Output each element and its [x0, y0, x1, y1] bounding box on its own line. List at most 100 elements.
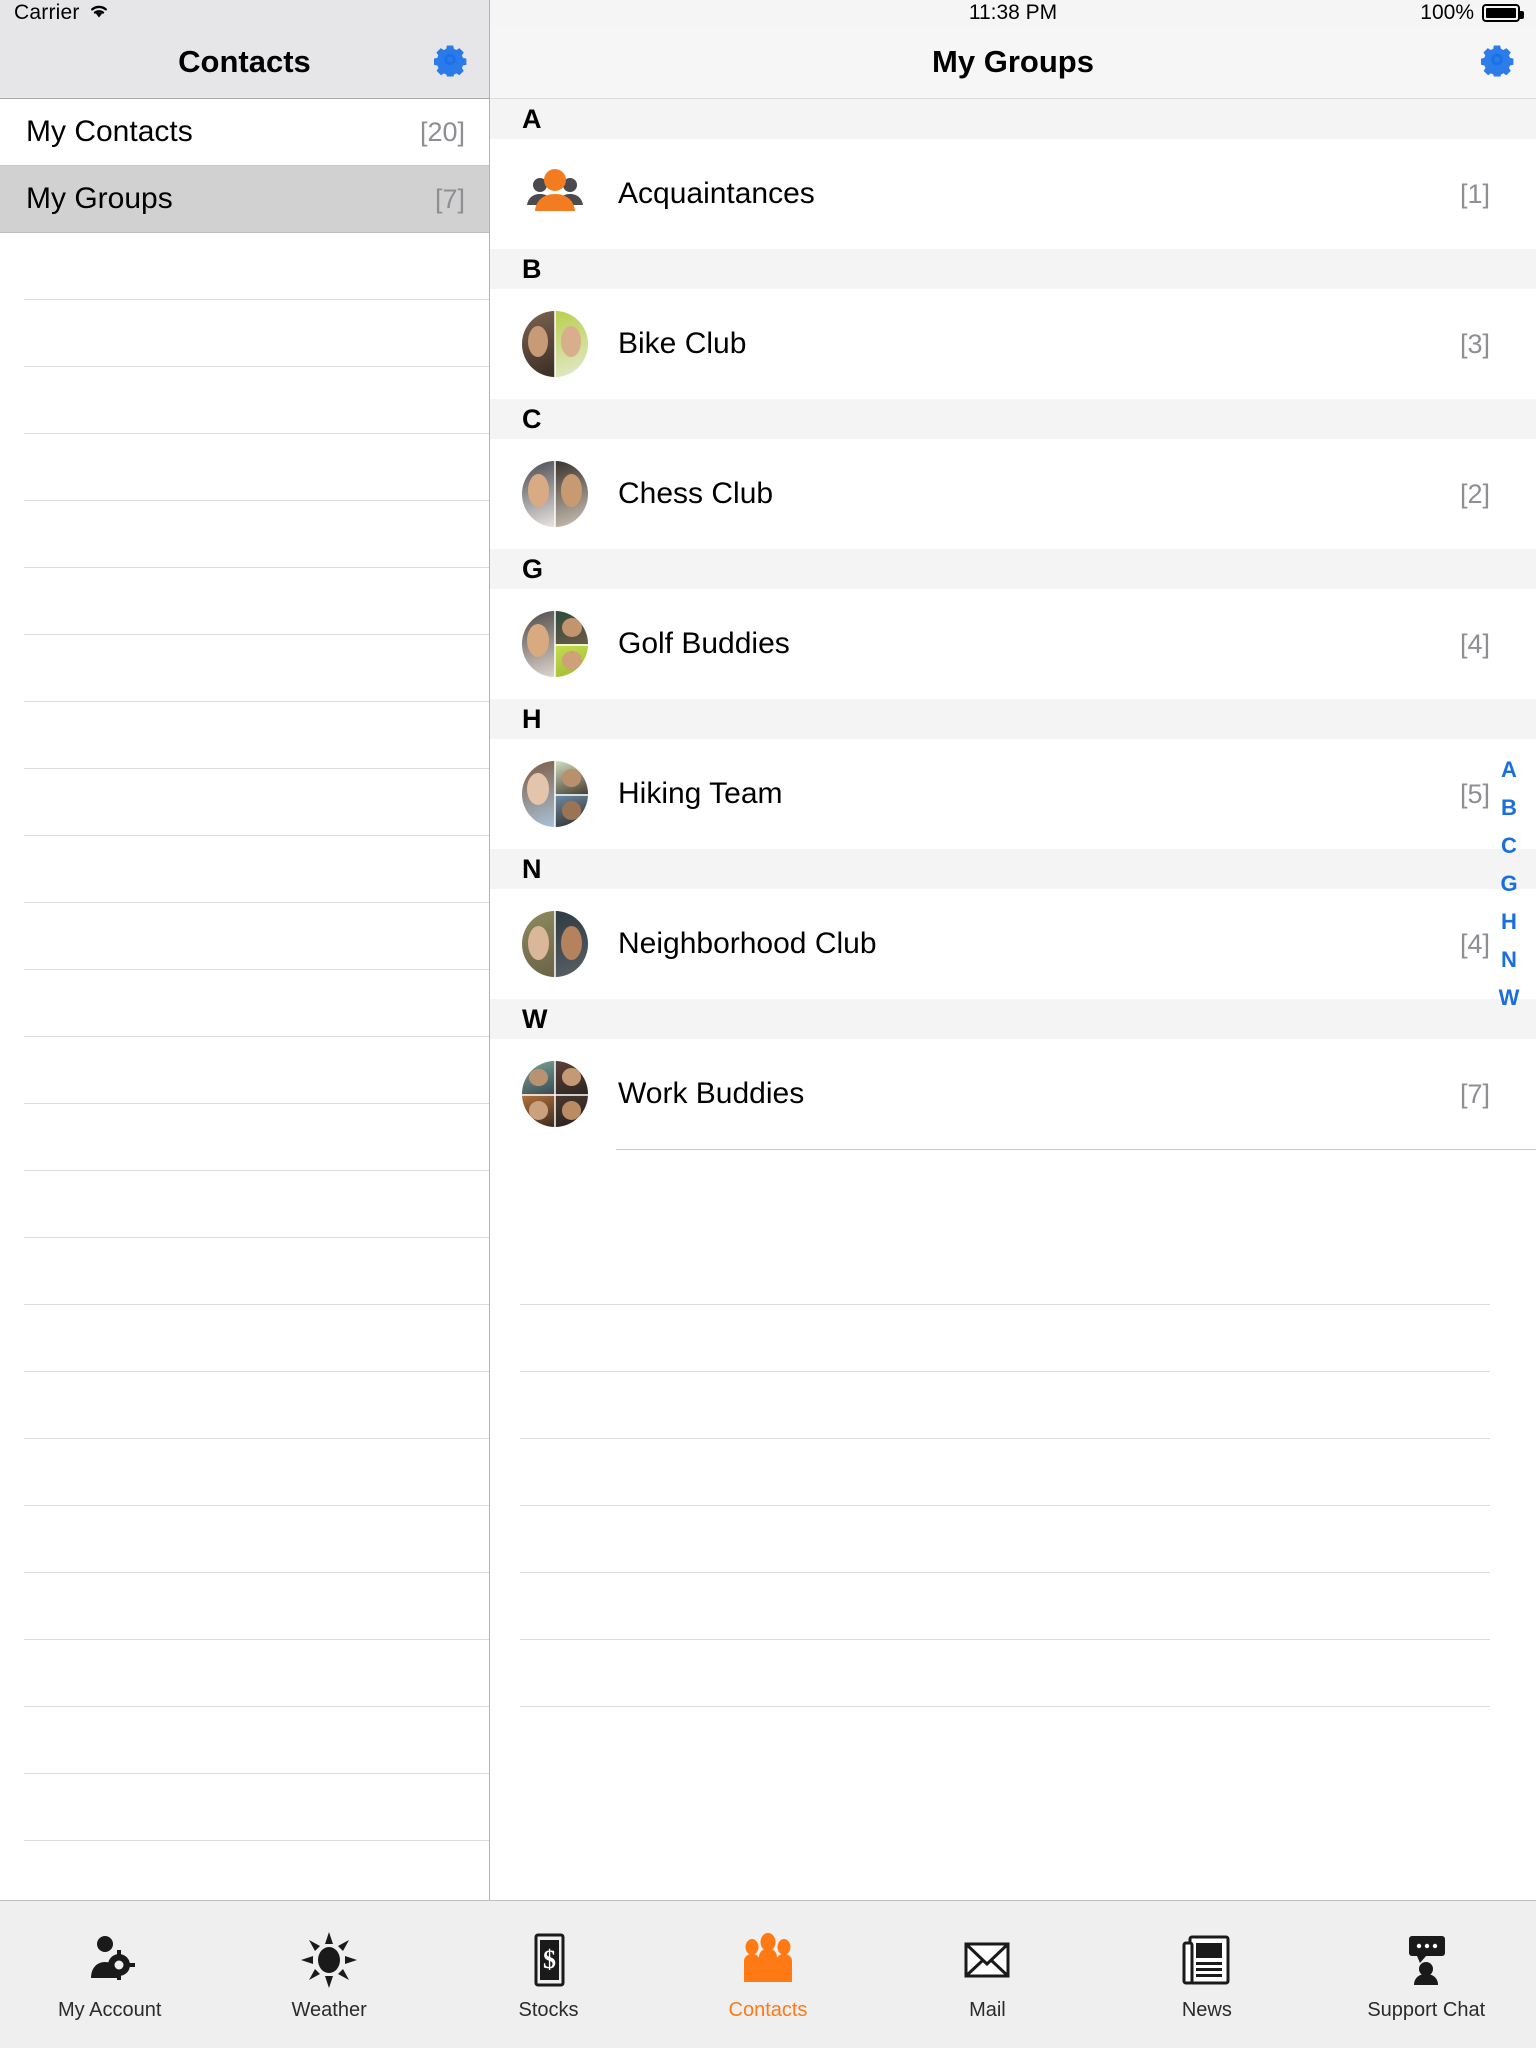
- index-letter-g[interactable]: G: [1500, 873, 1517, 895]
- empty-row: [24, 1774, 489, 1841]
- section-header-b: B: [490, 249, 1536, 289]
- clock-label: 11:38 PM: [968, 1, 1058, 24]
- group-name: Chess Club: [618, 477, 774, 510]
- empty-row: [520, 1150, 1490, 1238]
- tab-news[interactable]: News: [1097, 1901, 1316, 2048]
- left-nav-title: Contacts: [178, 44, 311, 79]
- empty-row: [24, 1104, 489, 1171]
- group-avatar: [522, 911, 588, 977]
- group-avatar: [522, 761, 588, 827]
- group-name: Bike Club: [618, 327, 747, 360]
- left-nav-bar: Contacts: [0, 26, 489, 99]
- sidebar-item-label: My Groups: [26, 182, 173, 215]
- index-letter-a[interactable]: A: [1501, 759, 1517, 781]
- support-chat-icon: [1397, 1927, 1455, 1989]
- tab-my-account[interactable]: My Account: [0, 1901, 219, 2048]
- group-count: [3]: [1459, 328, 1490, 359]
- tab-contacts[interactable]: Contacts: [658, 1901, 877, 2048]
- wifi-icon: [87, 1, 111, 23]
- empty-row: [520, 1372, 1490, 1439]
- svg-text:$: $: [543, 1945, 556, 1974]
- group-avatar: [522, 461, 588, 527]
- sidebar-item-count: [20]: [419, 116, 465, 147]
- index-letter-w[interactable]: W: [1499, 987, 1520, 1009]
- empty-row: [24, 702, 489, 769]
- group-name: Hiking Team: [618, 777, 783, 810]
- group-avatar: [522, 611, 588, 677]
- tab-label: News: [1181, 1999, 1232, 2021]
- empty-row: [24, 769, 489, 836]
- section-index-strip[interactable]: A B C G H N W: [1492, 759, 1526, 1009]
- table-row[interactable]: Work Buddies [7]: [490, 1039, 1536, 1149]
- right-nav-title: My Groups: [932, 44, 1094, 79]
- master-panel: Carrier Contacts My Contacts [20] My Gro…: [0, 0, 490, 1900]
- empty-row: [24, 1439, 489, 1506]
- sidebar-item-count: [7]: [434, 183, 465, 214]
- tab-weather[interactable]: Weather: [219, 1901, 438, 2048]
- list-filler-rows: [520, 1150, 1490, 1707]
- groups-list[interactable]: A Acquaintances [1] B Bike Club [3] C Ch…: [490, 99, 1536, 1900]
- split-view: Carrier Contacts My Contacts [20] My Gro…: [0, 0, 1536, 1900]
- sidebar-item-my-groups[interactable]: My Groups [7]: [0, 166, 489, 233]
- left-status-bar: Carrier: [0, 0, 489, 26]
- empty-row: [24, 501, 489, 568]
- tab-label: Stocks: [518, 1999, 579, 2021]
- table-row[interactable]: Acquaintances [1]: [490, 139, 1536, 249]
- index-letter-c[interactable]: C: [1501, 835, 1517, 857]
- index-letter-b[interactable]: B: [1501, 797, 1517, 819]
- newspaper-icon: [1178, 1927, 1236, 1989]
- battery-percent-label: 100%: [1420, 1, 1474, 24]
- dollar-chart-icon: $: [520, 1927, 578, 1989]
- table-row[interactable]: Hiking Team [5]: [490, 739, 1536, 849]
- index-letter-h[interactable]: H: [1501, 911, 1517, 933]
- empty-row: [520, 1305, 1490, 1372]
- group-avatar: [522, 311, 588, 377]
- tab-stocks[interactable]: $ Stocks: [439, 1901, 658, 2048]
- section-header-h: H: [490, 699, 1536, 739]
- empty-row: [24, 836, 489, 903]
- group-avatar: [522, 1061, 588, 1127]
- tab-support-chat[interactable]: Support Chat: [1317, 1901, 1536, 2048]
- detail-panel: 11:38 PM 100% My Groups A Acquaintances …: [490, 0, 1536, 1900]
- empty-row: [24, 233, 489, 300]
- empty-row: [24, 1506, 489, 1573]
- tab-mail[interactable]: Mail: [878, 1901, 1097, 2048]
- index-letter-n[interactable]: N: [1501, 949, 1517, 971]
- section-header-w: W: [490, 999, 1536, 1039]
- table-row[interactable]: Golf Buddies [4]: [490, 589, 1536, 699]
- empty-row: [520, 1439, 1490, 1506]
- tab-label: Contacts: [728, 1999, 808, 2021]
- gear-icon[interactable]: [433, 43, 467, 82]
- table-row[interactable]: Neighborhood Club [4]: [490, 889, 1536, 999]
- empty-row: [520, 1640, 1490, 1707]
- battery-full-icon: [1482, 4, 1524, 22]
- empty-row: [24, 635, 489, 702]
- group-count: [2]: [1459, 478, 1490, 509]
- empty-row: [520, 1573, 1490, 1640]
- group-count: [4]: [1459, 628, 1490, 659]
- gear-icon[interactable]: [1480, 43, 1514, 82]
- tab-label: Mail: [969, 1999, 1006, 2021]
- sidebar-item-my-contacts[interactable]: My Contacts [20]: [0, 99, 489, 166]
- table-row[interactable]: Chess Club [2]: [490, 439, 1536, 549]
- people-group-icon: [739, 1927, 797, 1989]
- table-row[interactable]: Bike Club [3]: [490, 289, 1536, 399]
- carrier-label: Carrier: [14, 1, 80, 24]
- tab-label: Support Chat: [1367, 1999, 1486, 2021]
- person-gear-icon: [81, 1927, 139, 1989]
- empty-row: [520, 1506, 1490, 1573]
- empty-row: [24, 434, 489, 501]
- group-count: [4]: [1459, 928, 1490, 959]
- tab-label: Weather: [291, 1999, 367, 2021]
- empty-row: [24, 568, 489, 635]
- group-people-icon: [522, 161, 588, 227]
- empty-row: [24, 300, 489, 367]
- right-nav-bar: My Groups: [490, 26, 1536, 99]
- envelope-icon: [958, 1927, 1016, 1989]
- empty-row: [24, 1305, 489, 1372]
- empty-row: [24, 367, 489, 434]
- right-status-bar: 11:38 PM 100%: [490, 0, 1536, 26]
- sidebar-item-label: My Contacts: [26, 115, 193, 148]
- empty-row: [24, 970, 489, 1037]
- contacts-app: Carrier Contacts My Contacts [20] My Gro…: [0, 0, 1536, 2048]
